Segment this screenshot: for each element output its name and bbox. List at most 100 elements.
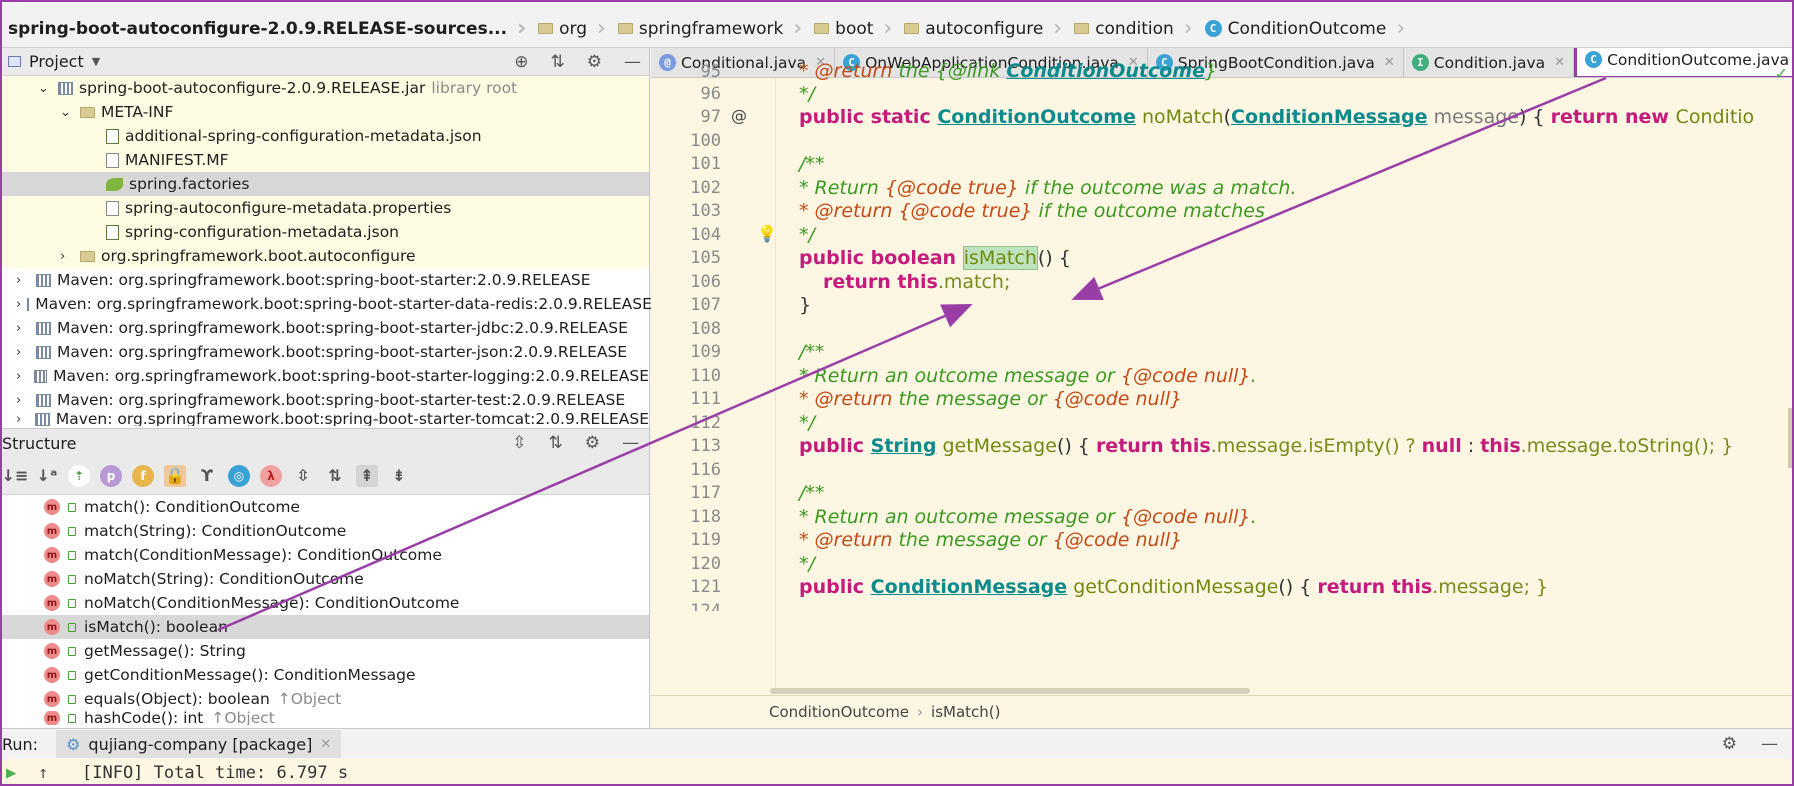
run-tab[interactable]: ⚙ qujiang-company [package] ✕ xyxy=(56,730,342,758)
tree-item-maven[interactable]: › Maven: org.springframework.boot:spring-… xyxy=(0,268,649,292)
minimize-icon[interactable]: — xyxy=(622,433,639,453)
tree-item-file[interactable]: MANIFEST.MF xyxy=(0,148,649,172)
chevron-right-icon[interactable]: › xyxy=(16,345,30,360)
breadcrumb-boot[interactable]: boot › xyxy=(808,16,898,41)
horizontal-scrollbar[interactable] xyxy=(770,688,1250,694)
lambda-icon[interactable]: λ xyxy=(260,464,282,487)
chevron-right-icon[interactable]: › xyxy=(16,321,30,336)
tree-item-maven[interactable]: › Maven: org.springframework.boot:spring-… xyxy=(0,340,649,364)
chevron-right-icon[interactable]: › xyxy=(16,393,30,408)
tree-item-maven[interactable]: › Maven: org.springframework.boot:spring-… xyxy=(0,316,649,340)
line-number: 121 xyxy=(690,577,721,597)
close-icon[interactable]: ✕ xyxy=(1554,55,1565,70)
chevron-right-icon[interactable]: › xyxy=(16,273,30,288)
doc-text: * Return an outcome message or xyxy=(799,365,1121,387)
dropdown-icon[interactable]: ▼ xyxy=(92,55,100,68)
structure-member[interactable]: m noMatch(String): ConditionOutcome xyxy=(0,567,649,591)
structure-member[interactable]: m hashCode(): int ↑Object xyxy=(0,711,649,725)
rerun-icon[interactable]: ▶ xyxy=(6,763,16,783)
inspection-ok-icon[interactable]: ✓ xyxy=(1775,64,1788,83)
close-icon[interactable]: ✕ xyxy=(1384,55,1395,70)
chevron-right-icon[interactable]: › xyxy=(16,297,21,312)
non-public-icon[interactable]: 🔒 xyxy=(164,464,186,487)
expand-all-icon[interactable]: ⇳ xyxy=(512,433,526,453)
editor-breadcrumb-class[interactable]: ConditionOutcome xyxy=(769,703,909,721)
gear-icon[interactable]: ⚙ xyxy=(587,52,602,72)
breadcrumb-condition[interactable]: condition › xyxy=(1068,16,1198,41)
type-ref[interactable]: ConditionOutcome xyxy=(937,106,1136,128)
tree-item-file-selected[interactable]: spring.factories xyxy=(0,172,649,196)
collapse-icon[interactable]: ⇅ xyxy=(549,433,563,453)
locate-icon[interactable]: ⊕ xyxy=(514,52,528,72)
tree-item-file[interactable]: spring-configuration-metadata.json xyxy=(0,220,649,244)
expand-icon[interactable]: ⇳ xyxy=(292,465,314,487)
line-number: 103 xyxy=(690,201,721,221)
structure-member[interactable]: m getConditionMessage(): ConditionMessage xyxy=(0,663,649,687)
gear-icon[interactable]: ⚙ xyxy=(1722,734,1737,754)
chevron-right-icon[interactable]: › xyxy=(16,412,29,426)
tree-item-maven[interactable]: › Maven: org.springframework.boot:spring-… xyxy=(0,364,649,388)
project-panel-title[interactable]: Project xyxy=(29,52,84,71)
gear-icon[interactable]: ⚙ xyxy=(585,433,600,453)
scroll-up-icon[interactable]: ↑ xyxy=(38,763,48,783)
fields-icon[interactable]: f xyxy=(132,464,154,487)
tree-item-maven[interactable]: › Maven: org.springframework.boot:spring-… xyxy=(0,292,652,316)
lambdas-icon[interactable]: ◎ xyxy=(228,464,250,487)
minimize-icon[interactable]: — xyxy=(624,52,641,72)
breadcrumb-springframework[interactable]: springframework › xyxy=(612,16,808,41)
type-ref[interactable]: String xyxy=(871,435,937,457)
tree-item-jar[interactable]: ⌄ spring-boot-autoconfigure-2.0.9.RELEASE… xyxy=(0,76,649,100)
method-name-highlighted[interactable]: isMatch xyxy=(962,246,1038,270)
tree-item-maven[interactable]: › Maven: org.springframework.boot:spring-… xyxy=(0,388,649,412)
collapse-icon[interactable]: ⇅ xyxy=(551,52,565,72)
tab-condition[interactable]: I Condition.java ✕ xyxy=(1404,48,1575,77)
structure-member[interactable]: m match(ConditionMessage): ConditionOutco… xyxy=(0,543,649,567)
doc-text: the message or xyxy=(898,388,1053,410)
doc-link[interactable]: ConditionOutcome xyxy=(1006,60,1205,82)
vertical-scrollbar[interactable] xyxy=(1788,408,1794,468)
lightbulb-icon[interactable]: 💡 xyxy=(757,224,777,243)
code-editor[interactable]: 95 96 97 100 101 102 103 104 105 106 107… xyxy=(651,60,1794,695)
collapse-all-icon[interactable]: ⇅ xyxy=(324,465,346,487)
autoscroll-from-source-icon[interactable]: ⇟ xyxy=(388,465,410,487)
sort-visibility-icon[interactable]: ↓≡ xyxy=(2,465,29,487)
breadcrumb-org[interactable]: org › xyxy=(532,16,612,41)
tree-item-maven[interactable]: › Maven: org.springframework.boot:spring-… xyxy=(0,412,649,426)
chevron-down-icon[interactable]: ⌄ xyxy=(60,105,74,120)
folder-icon xyxy=(80,106,95,118)
structure-member[interactable]: m match(): ConditionOutcome xyxy=(0,495,649,519)
structure-member[interactable]: m getMessage(): String xyxy=(0,639,649,663)
tree-item-meta-inf[interactable]: ⌄ META-INF xyxy=(0,100,649,124)
breadcrumb-jar[interactable]: spring-boot-autoconfigure-2.0.9.RELEASE-… xyxy=(2,16,532,41)
breadcrumb-jar-label: spring-boot-autoconfigure-2.0.9.RELEASE-… xyxy=(8,18,508,39)
type-ref[interactable]: ConditionMessage xyxy=(871,576,1068,598)
chevron-right-icon[interactable]: › xyxy=(16,369,28,384)
autoscroll-to-source-icon[interactable]: ⇞ xyxy=(356,464,378,487)
chevron-down-icon[interactable]: ⌄ xyxy=(38,81,52,96)
line-number: 111 xyxy=(690,389,721,409)
tree-item-file[interactable]: additional-spring-configuration-metadata… xyxy=(0,124,649,148)
structure-toolbar: ↓≡ ↓ᵃ ⇡ p f 🔒 ϒ ◎ λ ⇳ ⇅ ⇞ ⇟ xyxy=(0,457,649,495)
structure-member[interactable]: m noMatch(ConditionMessage): ConditionOut… xyxy=(0,591,649,615)
properties-icon[interactable]: p xyxy=(100,464,122,487)
override-marker-icon[interactable]: @ xyxy=(731,106,747,125)
inherited-icon[interactable]: ⇡ xyxy=(68,464,90,487)
sort-alpha-icon[interactable]: ↓ᵃ xyxy=(36,465,58,487)
close-icon[interactable]: ✕ xyxy=(320,737,331,752)
anonymous-classes-icon[interactable]: ϒ xyxy=(196,465,218,487)
structure-member-selected[interactable]: m isMatch(): boolean xyxy=(0,615,649,639)
structure-panel-title[interactable]: Structure xyxy=(2,434,76,453)
breadcrumb-class[interactable]: C ConditionOutcome › xyxy=(1199,16,1412,41)
minimize-icon[interactable]: — xyxy=(1761,734,1778,754)
tab-conditionoutcome[interactable]: CConditionOutcome.java✕ xyxy=(1574,48,1794,77)
breadcrumb-autoconfigure[interactable]: autoconfigure › xyxy=(898,16,1068,41)
chevron-right-icon[interactable]: › xyxy=(60,249,74,264)
type-ref[interactable]: ConditionMessage xyxy=(1231,106,1428,128)
editor-breadcrumb-method[interactable]: isMatch() xyxy=(931,703,1000,721)
tree-item-label: additional-spring-configuration-metadata… xyxy=(125,127,482,145)
structure-member[interactable]: m match(String): ConditionOutcome xyxy=(0,519,649,543)
structure-member[interactable]: m equals(Object): boolean ↑Object xyxy=(0,687,649,711)
maven-library-icon xyxy=(34,369,48,383)
tree-item-file[interactable]: spring-autoconfigure-metadata.properties xyxy=(0,196,649,220)
tree-item-package[interactable]: › org.springframework.boot.autoconfigure xyxy=(0,244,649,268)
